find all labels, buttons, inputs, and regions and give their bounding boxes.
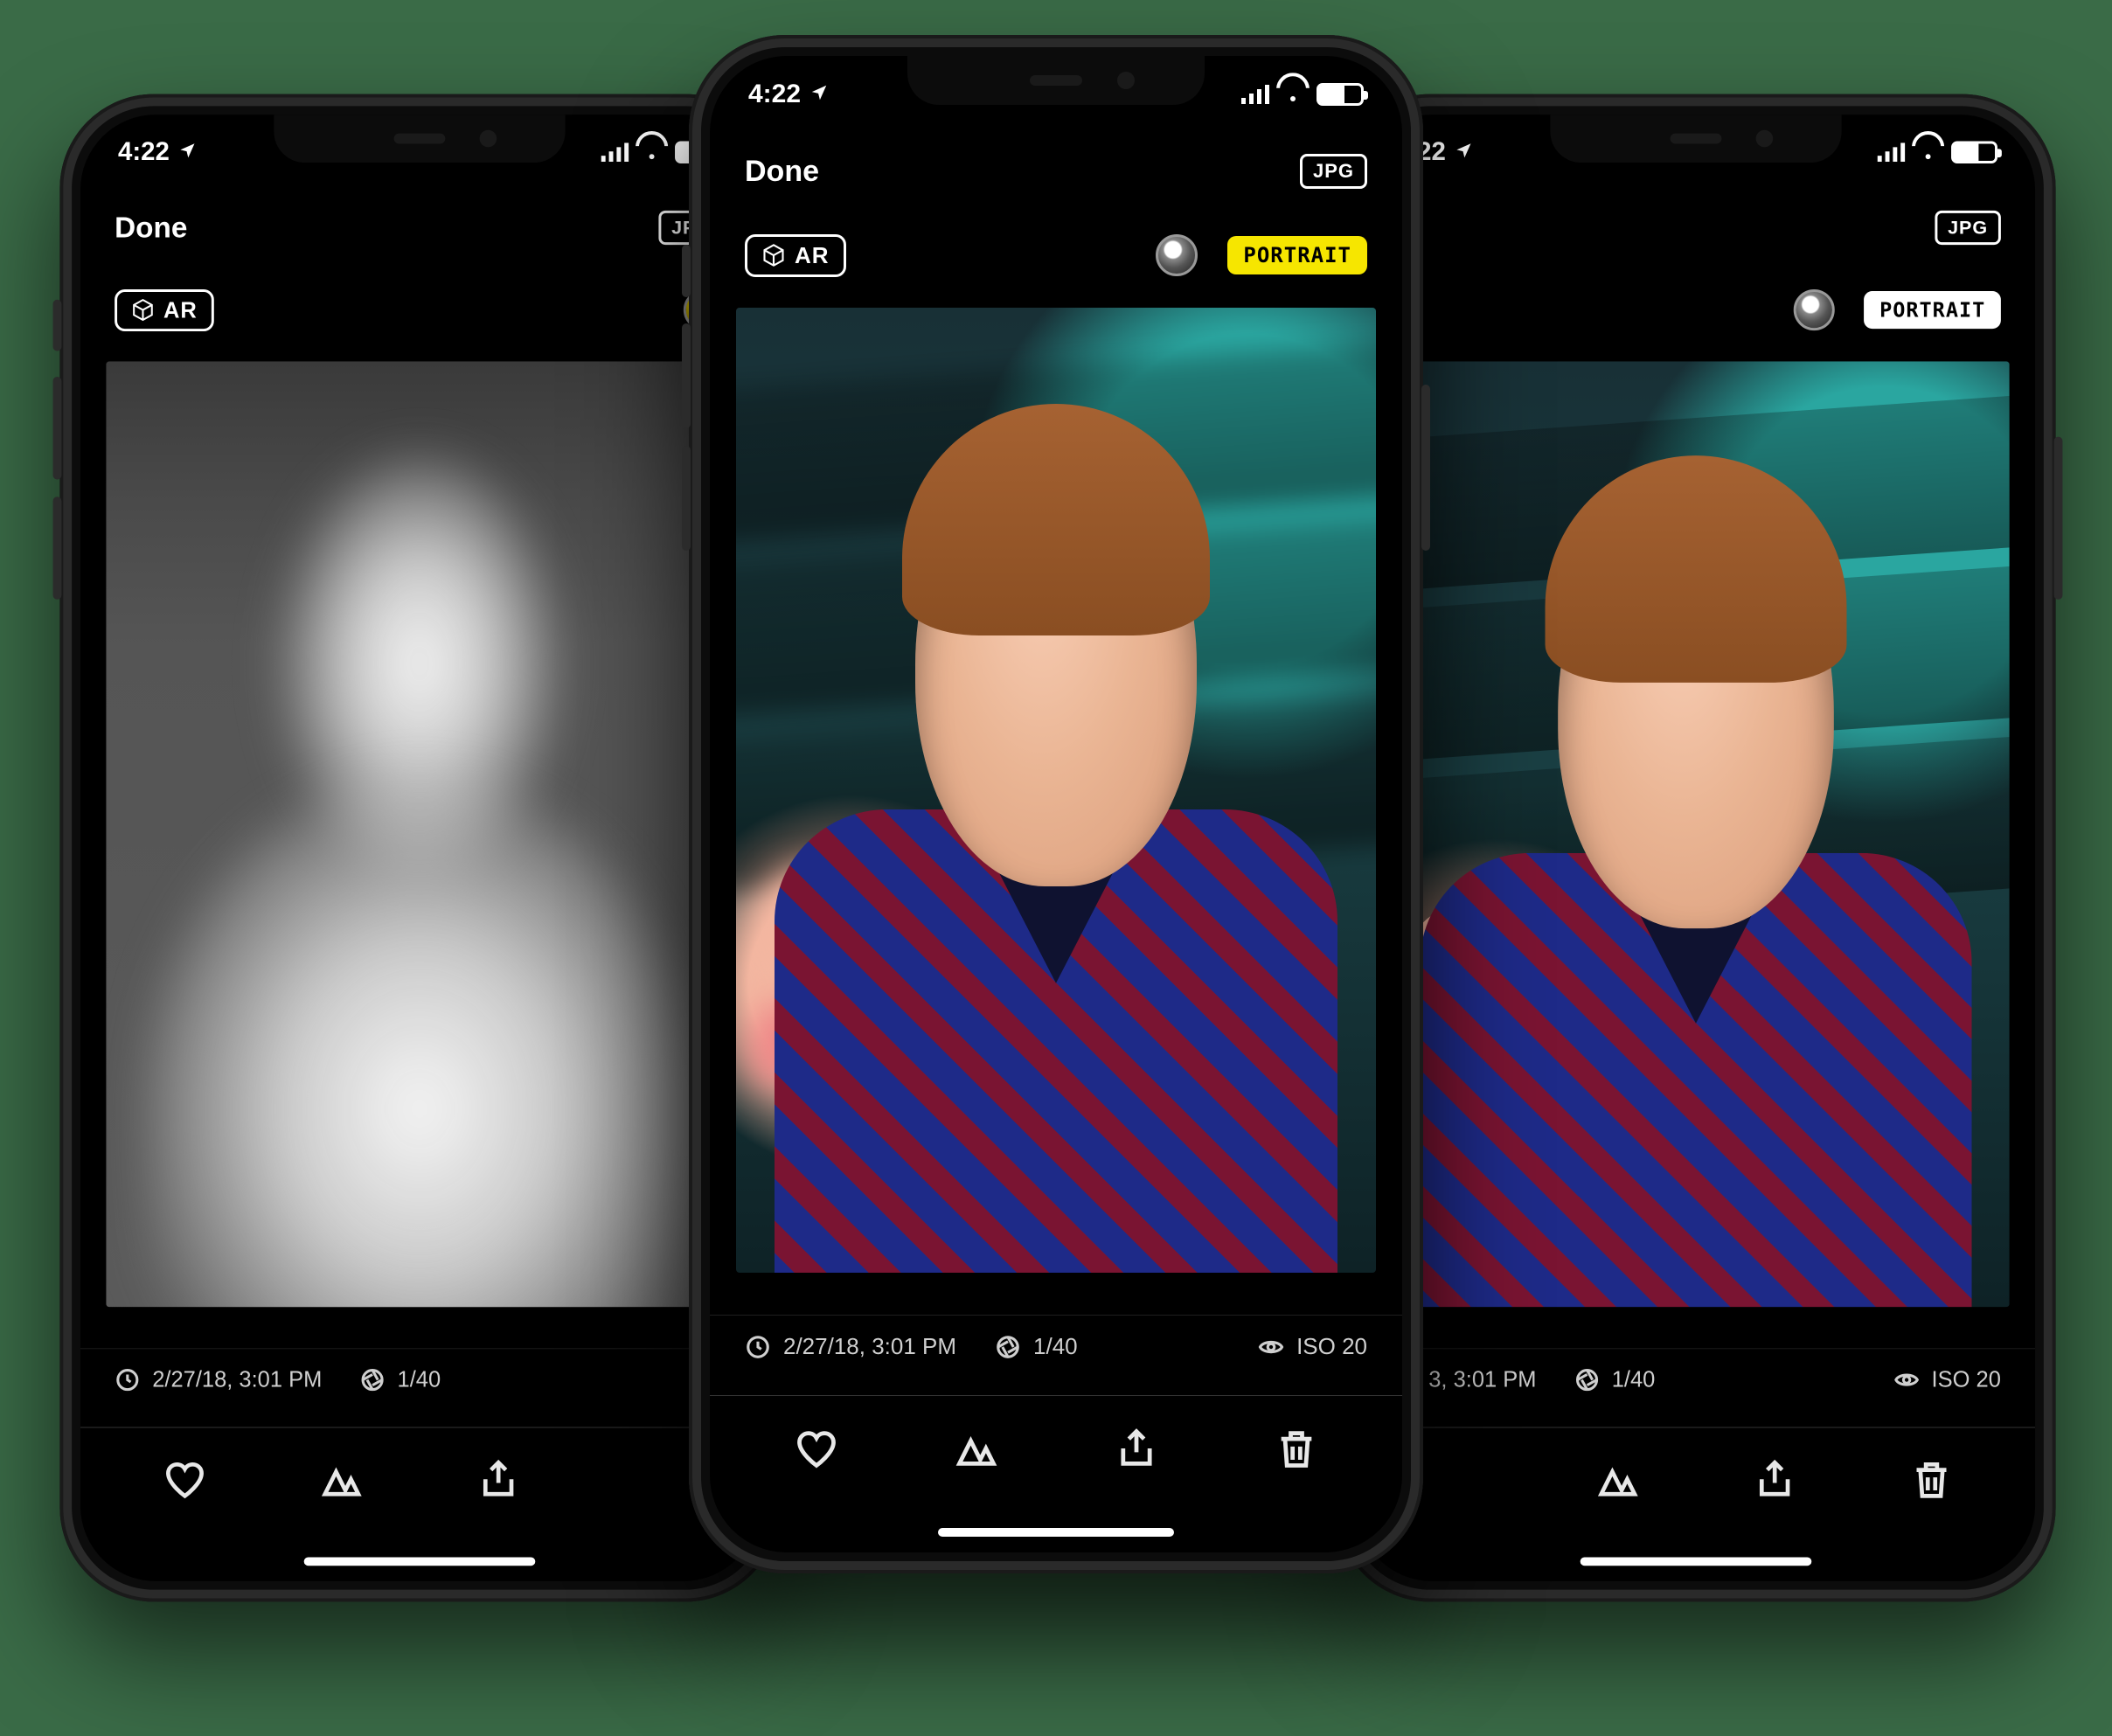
meta-iso: ISO 20 [1296, 1333, 1367, 1360]
eye-icon [1893, 1366, 1919, 1392]
cellular-signal-icon [1241, 85, 1269, 104]
ar-button[interactable]: AR [745, 234, 846, 277]
home-indicator[interactable] [304, 1557, 536, 1566]
battery-icon [1317, 83, 1364, 106]
meta-bar: 2/27/18, 3:01 PM 1/40 ISO 20 [710, 1315, 1402, 1378]
aperture-icon [995, 1334, 1021, 1360]
meta-timestamp: 2/27/18, 3:01 PM [783, 1333, 956, 1360]
wifi-icon [1915, 142, 1941, 162]
phone-center: 4:22 Done JPG AR [689, 35, 1423, 1573]
meta-timestamp: 2/27/18, 3:01 PM [152, 1366, 322, 1392]
mountains-icon [954, 1426, 999, 1471]
favorite-button[interactable] [790, 1422, 843, 1475]
meta-shutter: 1/40 [1612, 1366, 1656, 1392]
toolbar [1357, 1427, 2035, 1530]
notch [1550, 115, 1841, 163]
meta-iso: ISO 20 [1932, 1366, 2001, 1392]
filters-button[interactable] [1592, 1453, 1643, 1504]
mountains-icon [319, 1456, 364, 1501]
mode-bar: AR PORTRAIT [710, 220, 1402, 290]
phone-left: 4:22 Done JPG AR [59, 94, 779, 1602]
format-badge[interactable]: JPG [1300, 154, 1367, 189]
notch [274, 115, 565, 163]
share-icon [1114, 1426, 1159, 1471]
done-button[interactable]: Done [115, 211, 187, 244]
portrait-pill[interactable]: PORTRAIT [1227, 236, 1367, 274]
meta-bar: 3, 3:01 PM 1/40 ISO 20 [1357, 1348, 2035, 1410]
aperture-dot-icon[interactable] [1156, 234, 1198, 276]
aperture-dot-icon[interactable] [1794, 289, 1835, 330]
battery-icon [1951, 141, 1997, 163]
portrait-pill[interactable]: PORTRAIT [1864, 291, 2000, 329]
aperture-icon [359, 1366, 385, 1392]
ar-label: AR [163, 296, 198, 323]
share-button[interactable] [1748, 1453, 1800, 1504]
cube-3d-icon [131, 298, 155, 322]
share-icon [1752, 1456, 1796, 1501]
favorite-button[interactable] [159, 1453, 211, 1504]
nav-bar: Done JPG [80, 190, 759, 265]
heart-icon [794, 1426, 839, 1471]
status-time: 4:22 [748, 80, 801, 109]
home-indicator[interactable] [938, 1528, 1174, 1537]
mountains-icon [1595, 1456, 1640, 1501]
share-button[interactable] [1110, 1422, 1163, 1475]
aperture-icon [1574, 1366, 1600, 1392]
done-button[interactable]: Done [745, 155, 819, 189]
meta-bar: 2/27/18, 3:01 PM 1/40 [80, 1348, 759, 1410]
location-arrow-icon [809, 80, 829, 109]
mode-bar: AR [80, 275, 759, 344]
location-arrow-icon [1455, 138, 1474, 167]
eye-icon [1258, 1334, 1284, 1360]
meta-shutter: 1/40 [398, 1366, 441, 1392]
meta-shutter: 1/40 [1033, 1333, 1078, 1360]
location-arrow-icon [178, 138, 198, 167]
wifi-icon [639, 142, 664, 162]
filters-button[interactable] [950, 1422, 1003, 1475]
heart-icon [163, 1456, 207, 1501]
mode-bar: AR PORTRAIT [1357, 275, 2035, 344]
format-badge[interactable]: JPG [1935, 211, 2000, 245]
clock-icon [745, 1334, 771, 1360]
clock-icon [115, 1366, 140, 1392]
wifi-icon [1280, 85, 1306, 104]
nav-bar: Done JPG [710, 133, 1402, 210]
photo-original[interactable] [1382, 361, 2009, 1307]
home-indicator[interactable] [1581, 1557, 1812, 1566]
delete-button[interactable] [1270, 1422, 1323, 1475]
trash-icon [1274, 1426, 1319, 1471]
cube-3d-icon [761, 243, 786, 267]
toolbar [710, 1395, 1402, 1500]
cellular-signal-icon [1878, 142, 1905, 162]
status-time: 4:22 [118, 138, 170, 167]
phone-right: 4:22 Done JPG AR [1336, 94, 2055, 1602]
ar-button[interactable]: AR [115, 289, 213, 331]
photo-portrait[interactable] [736, 308, 1376, 1273]
meta-timestamp: 3, 3:01 PM [1428, 1366, 1536, 1392]
notch [907, 56, 1205, 105]
nav-bar: Done JPG [1357, 190, 2035, 265]
photo-depthmap[interactable] [106, 361, 733, 1307]
delete-button[interactable] [1906, 1453, 1957, 1504]
cellular-signal-icon [601, 142, 629, 162]
filters-button[interactable] [316, 1453, 367, 1504]
toolbar [80, 1427, 759, 1530]
share-icon [476, 1456, 520, 1501]
share-button[interactable] [472, 1453, 524, 1504]
ar-label: AR [795, 242, 830, 269]
trash-icon [1909, 1456, 1954, 1501]
